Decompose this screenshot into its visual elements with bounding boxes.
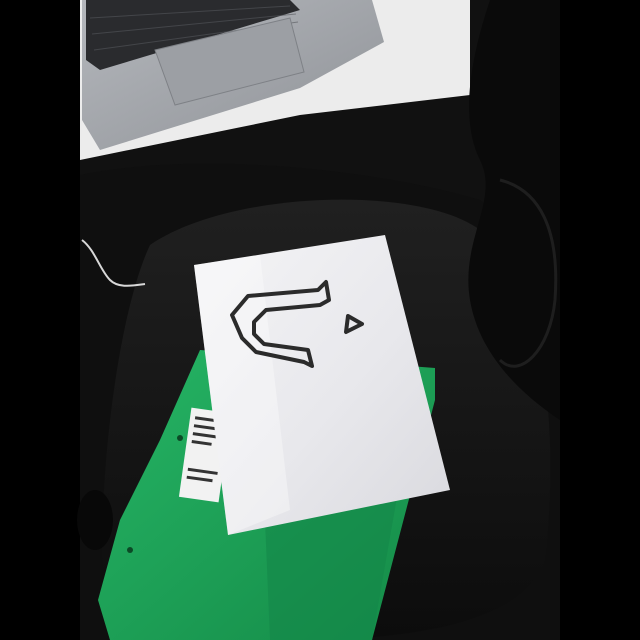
right-letterbox [560, 0, 640, 640]
folder-hole [177, 435, 183, 441]
folder-hole [127, 547, 133, 553]
left-letterbox [0, 0, 80, 640]
photo-illustration [0, 0, 640, 640]
chair-arm [77, 490, 113, 550]
photo-scene [0, 0, 640, 640]
